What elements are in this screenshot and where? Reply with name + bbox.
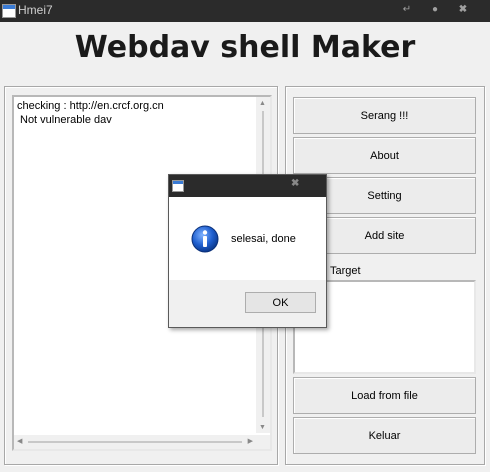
minimize-icon[interactable]: ↵ xyxy=(398,2,416,18)
load-from-file-button-label: Load from file xyxy=(351,389,418,402)
app-icon xyxy=(172,180,184,192)
scroll-right-icon[interactable]: ▶ xyxy=(248,437,253,445)
info-icon xyxy=(191,225,219,253)
scroll-down-icon[interactable]: ▼ xyxy=(259,424,266,431)
scroll-left-icon[interactable]: ◀ xyxy=(17,437,22,445)
app-icon xyxy=(2,4,16,18)
keluar-button[interactable]: Keluar xyxy=(293,417,476,454)
close-icon[interactable]: ✖ xyxy=(454,2,472,18)
scroll-corner xyxy=(256,435,270,449)
target-label: Target xyxy=(330,265,361,277)
add-site-button-label: Add site xyxy=(364,229,405,242)
window-title: Hmei7 xyxy=(18,3,53,17)
dialog-footer: OK xyxy=(169,280,326,327)
serang-button-label: Serang !!! xyxy=(360,109,409,122)
scroll-track[interactable] xyxy=(28,441,242,443)
serang-button[interactable]: Serang !!! xyxy=(293,97,476,134)
keluar-button-label: Keluar xyxy=(368,429,401,442)
load-from-file-button[interactable]: Load from file xyxy=(293,377,476,414)
about-button[interactable]: About xyxy=(293,137,476,174)
setting-button-label: Setting xyxy=(367,189,402,202)
message-dialog: ✖ selesai, done OK xyxy=(168,174,327,328)
horizontal-scrollbar[interactable]: ◀ ▶ xyxy=(14,435,256,449)
window-titlebar[interactable]: Hmei7 ↵ ● ✖ xyxy=(0,0,490,22)
dialog-message: selesai, done xyxy=(231,233,296,245)
log-line: checking : http://en.crcf.org.cn xyxy=(17,100,164,112)
scroll-up-icon[interactable]: ▲ xyxy=(259,100,266,107)
ok-button[interactable]: OK xyxy=(245,292,316,313)
log-line: Not vulnerable dav xyxy=(20,114,112,126)
maximize-icon[interactable]: ● xyxy=(426,2,444,18)
about-button-label: About xyxy=(370,149,399,162)
ok-button-label: OK xyxy=(272,296,289,309)
dialog-titlebar[interactable]: ✖ xyxy=(169,175,326,197)
page-title: Webdav shell Maker xyxy=(74,30,416,65)
dialog-close-icon[interactable]: ✖ xyxy=(291,178,299,189)
